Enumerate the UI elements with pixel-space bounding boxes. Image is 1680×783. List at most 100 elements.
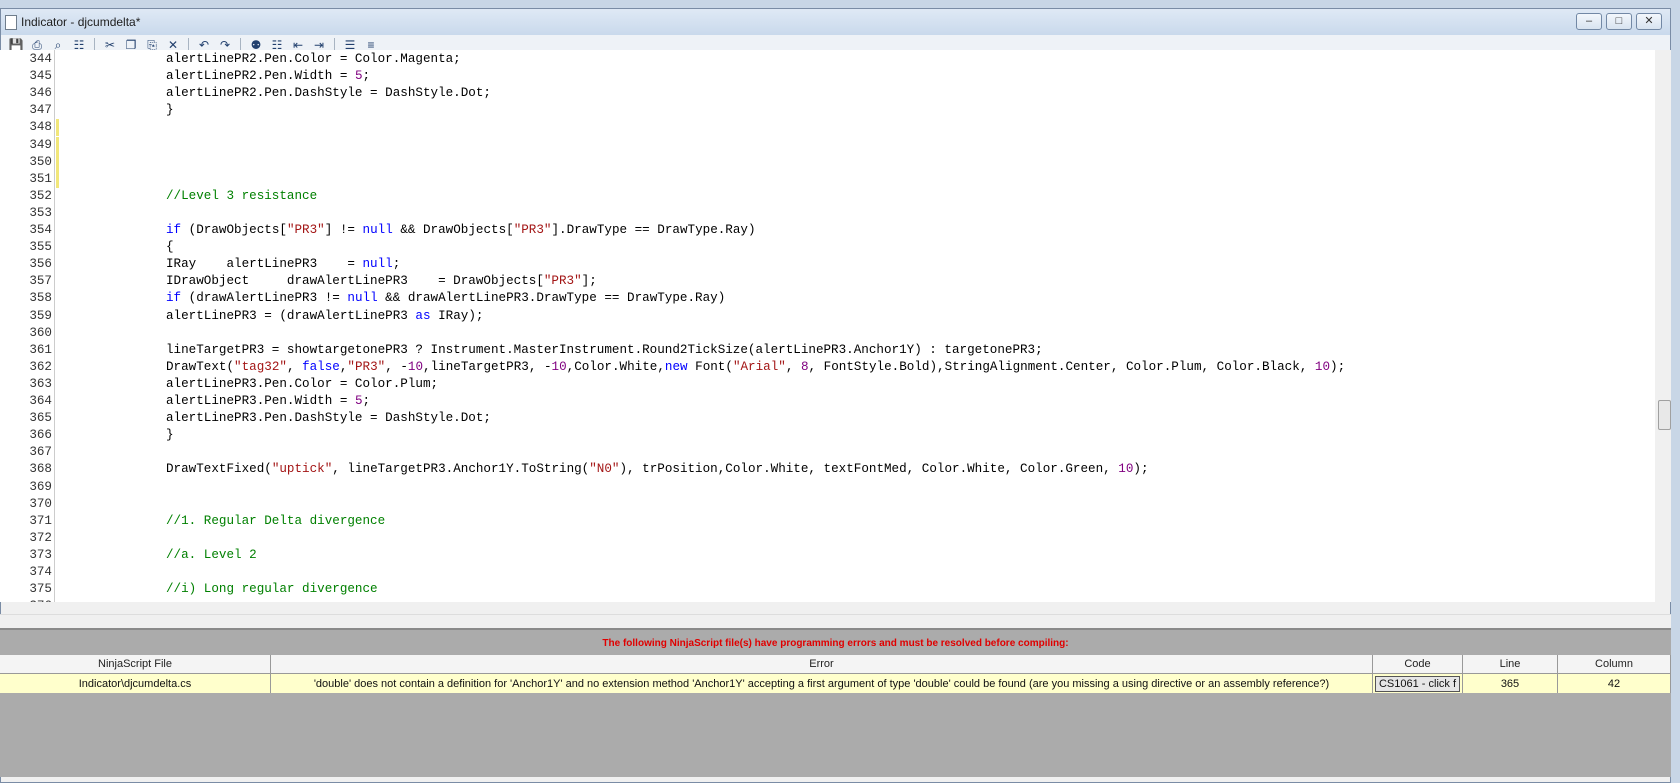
error-file: Indicator\djcumdelta.cs [0,674,271,693]
close-button[interactable]: ✕ [1636,13,1662,30]
error-line: 365 [1463,674,1558,693]
code-line[interactable]: 368 DrawTextFixed("uptick", lineTargetPR3… [0,461,1655,478]
code-token: null [347,291,378,306]
code-token: && drawAlertLinePR3.DrawType == DrawType… [377,291,726,306]
line-number: 356 [29,257,52,272]
code-text: //i) Long regular divergence [166,581,378,598]
code-token: ] != [324,223,363,237]
line-number: 365 [29,411,52,426]
code-token: if [166,223,182,237]
header-error[interactable]: Error [271,655,1373,674]
code-token: (drawAlertLinePR3 != [181,291,348,306]
code-token: ; [362,69,371,84]
code-text: //a. Level 2 [166,547,257,564]
code-line[interactable]: 347} [0,102,1655,119]
code-line[interactable]: 346 alertLinePR2.Pen.DashStyle = DashStyl… [0,85,1655,102]
code-line[interactable]: 372 [0,530,1655,547]
line-number: 354 [29,223,52,237]
code-line[interactable]: 367 [0,444,1655,461]
code-text: alertLinePR2.Pen.DashStyle = DashStyle.D… [166,85,491,102]
code-token: ); [1133,462,1149,477]
code-line[interactable]: 356 IRay alertLinePR3 = null; [0,256,1655,273]
code-token: as [415,308,431,323]
code-text: } [166,427,174,444]
code-token: ), trPosition,Color.White, textFontMed, … [619,462,1119,477]
code-line[interactable]: 348 [0,119,1655,137]
vertical-scrollbar[interactable] [1655,50,1671,602]
code-text: alertLinePR3 = (drawAlertLinePR3 as IRay… [166,308,483,325]
code-line[interactable]: 354 if (DrawObjects["PR3"] != null && Dra… [0,222,1655,239]
header-line[interactable]: Line [1463,655,1558,674]
line-number: 362 [29,359,52,374]
code-line[interactable]: 357 IDrawObject drawAlertLinePR3 = DrawOb… [0,273,1655,290]
line-number: 350 [29,154,52,169]
line-number: 351 [29,171,52,186]
code-token: lineTargetPR3 = showtargetonePR3 ? Instr… [166,342,1043,357]
line-number: 360 [29,325,52,340]
code-line[interactable]: 366} [0,427,1655,444]
code-token: "PR3" [513,223,552,237]
code-line[interactable]: 370 [0,496,1655,513]
code-token: } [166,103,174,118]
line-number: 376 [0,598,52,602]
line-number: 344 [29,52,52,66]
line-number: 346 [29,86,52,101]
code-line[interactable]: 344 alertLinePR2.Pen.Color = Color.Magent… [0,51,1655,68]
code-line[interactable]: 376 [0,598,1655,602]
code-line[interactable]: 350 [0,153,1655,171]
code-line[interactable]: 355 { [0,239,1655,256]
error-code-button[interactable]: CS1061 - click f [1374,675,1461,692]
vertical-scrollbar-thumb[interactable] [1658,400,1671,430]
header-file[interactable]: NinjaScript File [0,655,271,674]
line-number: 367 [29,445,52,460]
code-token: 10 [1314,359,1331,374]
code-line[interactable]: 359 alertLinePR3 = (drawAlertLinePR3 as I… [0,308,1655,325]
code-line[interactable]: 374 [0,564,1655,581]
code-line[interactable]: 353 [0,205,1655,222]
code-token: ,lineTargetPR3, - [423,359,552,374]
maximize-button[interactable]: □ [1606,13,1632,30]
error-code-cell: CS1061 - click f [1373,674,1463,693]
code-line[interactable]: 363 alertLinePR3.Pen.Color = Color.Plum; [0,376,1655,393]
change-marker [56,170,59,188]
line-number: 348 [29,120,52,135]
code-token: "N0" [589,462,620,477]
code-text: if (DrawObjects["PR3"] != null && DrawOb… [166,222,756,239]
code-line[interactable]: 369 [0,479,1655,496]
error-row[interactable]: Indicator\djcumdelta.cs 'double' does no… [0,674,1671,693]
code-token: alertLinePR2.Pen.Width = [166,69,355,84]
header-code[interactable]: Code [1373,655,1463,674]
code-line[interactable]: 373 //a. Level 2 [0,547,1655,564]
code-line[interactable]: 345 alertLinePR2.Pen.Width = 5; [0,68,1655,85]
error-description: 'double' does not contain a definition f… [271,674,1373,693]
line-number: 353 [29,205,52,220]
code-token: ]; [581,274,597,289]
code-token: "PR3" [347,359,386,374]
horizontal-scrollbar[interactable] [0,614,1671,629]
code-line[interactable]: 358 if (drawAlertLinePR3 != null && drawA… [0,290,1655,307]
code-token: { [166,240,174,255]
code-line[interactable]: 375 //i) Long regular divergence [0,581,1655,598]
code-token: } [166,428,174,443]
code-line[interactable]: 371 //1. Regular Delta divergence [0,513,1655,530]
code-line[interactable]: 362 DrawText("tag32", false,"PR3", -10,li… [0,359,1655,376]
line-number: 349 [29,137,52,152]
code-token: ); [1330,359,1346,374]
code-line[interactable]: 364 alertLinePR3.Pen.Width = 5; [0,393,1655,410]
code-line[interactable]: 365 alertLinePR3.Pen.DashStyle = DashStyl… [0,410,1655,427]
line-number: 364 [29,394,52,408]
code-token: alertLinePR3.Pen.DashStyle = DashStyle.D… [166,411,491,426]
code-line[interactable]: 352 //Level 3 resistance [0,188,1655,205]
code-line[interactable]: 349 [0,136,1655,154]
code-token: new [664,359,688,374]
code-line[interactable]: 351 [0,170,1655,188]
code-editor[interactable]: 344 alertLinePR2.Pen.Color = Color.Magent… [0,50,1655,602]
code-token: //a. Level 2 [166,547,257,562]
header-column[interactable]: Column [1558,655,1671,674]
code-line[interactable]: 361 lineTargetPR3 = showtargetonePR3 ? In… [0,342,1655,359]
line-number: 357 [29,274,52,289]
document-icon [5,14,17,30]
code-line[interactable]: 360 [0,325,1655,342]
line-number: 345 [29,69,52,84]
minimize-button[interactable]: – [1576,13,1602,30]
